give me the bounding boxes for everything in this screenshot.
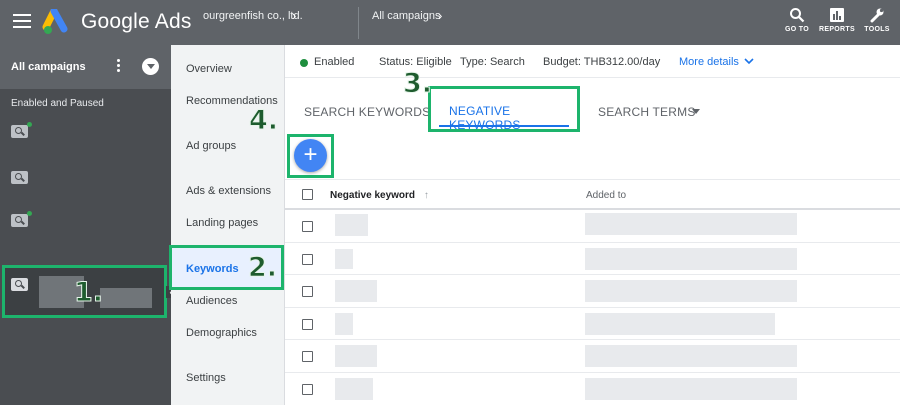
brand-name: Google Ads: [81, 10, 192, 33]
tab-search-terms[interactable]: SEARCH TERMS: [598, 105, 696, 119]
row-checkbox[interactable]: [302, 351, 313, 362]
goto-label: GO TO: [785, 26, 809, 33]
column-added-to[interactable]: Added to: [586, 190, 626, 201]
tab-negative-keywords[interactable]: NEGATIVE KEYWORDS: [428, 86, 580, 132]
goto-button[interactable]: GO TO: [776, 7, 818, 33]
search-icon: [790, 8, 805, 23]
menu-icon[interactable]: [13, 14, 31, 28]
select-all-checkbox[interactable]: [302, 189, 313, 200]
table-row[interactable]: [285, 340, 900, 373]
type-text: Type: Search: [460, 56, 525, 68]
active-tab-indicator: [439, 125, 569, 127]
campaign-name-redacted: [100, 288, 152, 308]
menu-item-landing-pages[interactable]: Landing pages: [186, 217, 258, 229]
add-negative-keyword-highlight: +: [287, 134, 334, 178]
menu-item-overview[interactable]: Overview: [186, 63, 232, 75]
sidebar-header: All campaigns: [0, 45, 171, 89]
chevron-right-icon: ›: [292, 8, 297, 23]
table-row[interactable]: [285, 373, 900, 405]
campaign-status-bar: Enabled Status: Eligible Type: Search Bu…: [285, 45, 900, 78]
row-checkbox[interactable]: [302, 318, 313, 330]
account-name[interactable]: ourgreenfish co., ltd.: [203, 10, 303, 22]
added-to-redacted: [585, 345, 797, 367]
wrench-icon: [870, 8, 884, 23]
added-to-redacted: [585, 213, 797, 235]
table-header: Negative keyword ↑ Added to: [285, 179, 900, 210]
keyword-redacted: [335, 280, 377, 302]
more-details-link[interactable]: More details: [679, 56, 739, 68]
more-options-icon[interactable]: [117, 59, 121, 74]
sort-ascending-icon[interactable]: ↑: [424, 190, 429, 201]
tab-dropdown-icon[interactable]: [692, 109, 700, 114]
search-campaign-icon[interactable]: [11, 214, 28, 227]
keyword-redacted: [335, 312, 353, 335]
status-text: Status: Eligible: [379, 56, 452, 68]
keyword-redacted: [335, 214, 368, 236]
menu-item-demographics[interactable]: Demographics: [186, 327, 257, 339]
table-row[interactable]: [285, 275, 900, 308]
reports-icon: [830, 8, 844, 22]
column-negative-keyword-label: Negative keyword: [330, 190, 416, 201]
added-to-redacted: [585, 280, 797, 302]
top-bar: Google Ads ourgreenfish co., ltd. › All …: [0, 0, 900, 45]
step-2-label: 2.: [247, 252, 278, 283]
campaign-sidebar: All campaigns Enabled and Paused 1. ‹: [0, 45, 176, 405]
added-to-redacted: [585, 312, 775, 335]
keyword-redacted: [335, 248, 353, 269]
menu-item-ads-extensions[interactable]: Ads & extensions: [186, 185, 271, 197]
added-to-redacted: [585, 247, 797, 270]
menu-item-audiences[interactable]: Audiences: [186, 295, 237, 307]
tab-search-keywords[interactable]: SEARCH KEYWORDS: [304, 105, 430, 119]
keyword-tabs: SEARCH KEYWORDS NEGATIVE KEYWORDS 3. SEA…: [285, 70, 900, 143]
status-dot: [27, 211, 32, 216]
dropdown-icon[interactable]: [142, 58, 159, 75]
menu-item-settings[interactable]: Settings: [186, 372, 226, 384]
divider: [358, 7, 359, 39]
search-campaign-icon[interactable]: [11, 171, 28, 184]
step-1-label: 1.: [73, 277, 104, 308]
budget-text: Budget: THB312.00/day: [543, 56, 661, 68]
search-campaign-icon[interactable]: [11, 125, 28, 138]
main-content: Enabled Status: Eligible Type: Search Bu…: [248, 45, 900, 405]
step-4-label: 4.: [248, 105, 279, 136]
table-row[interactable]: [285, 210, 900, 243]
row-checkbox[interactable]: [302, 286, 313, 297]
tools-button[interactable]: TOOLS: [856, 7, 898, 33]
reports-label: REPORTS: [819, 26, 855, 33]
row-checkbox[interactable]: [302, 383, 313, 395]
selected-campaign[interactable]: 1.: [2, 265, 167, 318]
menu-item-ad-groups[interactable]: Ad groups: [186, 140, 236, 152]
page-menu: Overview Recommendations Ad groups Ads &…: [169, 45, 285, 405]
menu-item-keywords[interactable]: Keywords 2.: [169, 245, 284, 290]
row-checkbox[interactable]: [302, 221, 313, 232]
keyword-redacted: [335, 377, 373, 400]
campaign-filter[interactable]: Enabled and Paused: [11, 98, 104, 109]
reports-button[interactable]: REPORTS: [816, 7, 858, 33]
tools-label: TOOLS: [864, 26, 890, 33]
menu-item-keywords-label: Keywords: [186, 263, 239, 275]
enabled-status-icon: [300, 59, 308, 67]
search-campaign-icon: [11, 278, 28, 291]
step-3-label: 3.: [402, 68, 433, 99]
table-row[interactable]: [285, 308, 900, 340]
tab-negative-keywords-label: NEGATIVE KEYWORDS: [449, 104, 520, 132]
row-checkbox[interactable]: [302, 253, 313, 265]
column-negative-keyword[interactable]: Negative keyword ↑: [330, 190, 429, 201]
status-dot: [27, 122, 32, 127]
table-row[interactable]: [285, 243, 900, 275]
status-chip[interactable]: Enabled: [314, 56, 354, 68]
chevron-down-icon[interactable]: [744, 58, 754, 65]
chevron-right-icon: ›: [438, 8, 443, 23]
google-ads-logo: [42, 9, 68, 34]
keyword-redacted: [335, 345, 377, 367]
sidebar-title[interactable]: All campaigns: [11, 61, 86, 73]
added-to-redacted: [585, 377, 797, 400]
breadcrumb-campaigns[interactable]: All campaigns: [372, 10, 440, 22]
add-button[interactable]: +: [294, 139, 327, 172]
